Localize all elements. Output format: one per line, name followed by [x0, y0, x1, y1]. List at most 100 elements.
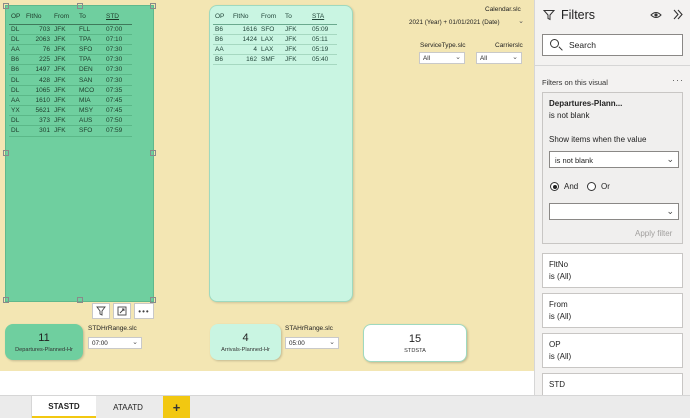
more-options-icon[interactable]: ··· — [672, 75, 684, 85]
stdsta-card[interactable]: 15 STDSTA — [363, 324, 467, 362]
filters-section-label: Filters on this visual — [542, 78, 608, 87]
resize-handle[interactable] — [3, 297, 9, 303]
table-cell: 4 — [231, 44, 259, 56]
resize-handle[interactable] — [3, 150, 9, 156]
table-cell: 1065 — [24, 85, 52, 96]
table-row[interactable]: B6 162 SMF JFK 05:40 — [213, 54, 337, 66]
filters-pane-title: Filters — [561, 8, 596, 22]
table-cell: JFK — [283, 24, 310, 35]
col-header-from[interactable]: From — [259, 10, 283, 25]
table-cell: MCO — [77, 85, 104, 96]
table-row[interactable]: DL 428 JFK SAN 07:30 — [9, 74, 132, 86]
stdhrrange-slicer-dropdown[interactable]: 07:00 ⌄ — [88, 337, 142, 349]
table-cell: 05:19 — [310, 44, 337, 56]
tab-ataatd[interactable]: ATAATD — [96, 396, 160, 418]
more-options-button[interactable]: ••• — [134, 303, 154, 319]
table-row[interactable]: AA 1610 JFK MIA 07:45 — [9, 95, 132, 107]
table-cell: JFK — [52, 125, 77, 137]
table-cell: 703 — [24, 24, 52, 35]
col-header-std[interactable]: STD — [104, 10, 132, 25]
arrivals-planned-card[interactable]: 4 Arrivals-Planned-Hr — [210, 324, 281, 360]
arrivals-table-visual[interactable]: OP FltNo From To STA B6 1616 SFO JFK 05:09 B6… — [209, 5, 353, 302]
eye-icon[interactable] — [650, 10, 662, 20]
add-page-button[interactable]: + — [163, 396, 190, 418]
table-row[interactable]: B6 1497 JFK DEN 07:30 — [9, 64, 132, 76]
col-header-sta[interactable]: STA — [310, 10, 337, 25]
table-row[interactable]: DL 373 JFK AUS 07:50 — [9, 115, 132, 127]
table-row[interactable]: DL 1065 JFK MCO 07:35 — [9, 85, 132, 96]
resize-handle[interactable] — [3, 3, 9, 9]
col-header-to[interactable]: To — [77, 10, 104, 25]
filter-visual-button[interactable] — [92, 303, 110, 319]
carrier-slicer-value: All — [480, 55, 487, 62]
and-radio[interactable] — [550, 182, 559, 191]
table-cell: SAN — [77, 74, 104, 86]
filter-card-std[interactable]: STD — [542, 373, 683, 395]
departures-planned-card[interactable]: 11 Departures-Planned-Hr — [5, 324, 83, 360]
table-row[interactable]: AA 4 LAX JFK 05:19 — [213, 44, 337, 56]
col-header-from[interactable]: From — [52, 10, 77, 25]
stdhrrange-slicer-label: STDHrRange.slc — [88, 325, 137, 332]
search-icon — [550, 39, 559, 48]
filter-card-name: OP — [549, 340, 561, 349]
departures-table-visual[interactable]: OP FltNo From To STD DL 703 JFK FLL 07:00 DL 2… — [3, 3, 156, 303]
col-header-fltno[interactable]: FltNo — [231, 10, 259, 25]
apply-filter-button[interactable]: Apply filter — [635, 229, 672, 238]
table-cell: DL — [9, 115, 24, 127]
stahrrange-slicer-dropdown[interactable]: 05:00 ⌄ — [285, 337, 339, 349]
table-row[interactable]: B6 1616 SFO JFK 05:09 — [213, 24, 337, 35]
table-cell: YX — [9, 105, 24, 117]
table-cell: JFK — [283, 54, 310, 66]
table-cell: AA — [213, 44, 231, 56]
table-row[interactable]: DL 703 JFK FLL 07:00 — [9, 24, 132, 35]
second-condition-dropdown[interactable]: ⌄ — [549, 203, 679, 220]
table-row[interactable]: B6 225 JFK TPA 07:30 — [9, 54, 132, 66]
resize-handle[interactable] — [77, 3, 83, 9]
table-cell: AA — [9, 44, 24, 56]
col-header-op[interactable]: OP — [9, 10, 24, 25]
filter-card-departures-planned[interactable]: Departures-Plann... is not blank Show it… — [542, 92, 683, 244]
resize-handle[interactable] — [77, 297, 83, 303]
resize-handle[interactable] — [150, 3, 156, 9]
focus-mode-button[interactable] — [113, 303, 131, 319]
carrier-slicer-dropdown[interactable]: All ⌄ — [476, 52, 522, 64]
report-canvas: OP FltNo From To STD DL 703 JFK FLL 07:00 DL 2… — [0, 0, 534, 395]
filter-card-op[interactable]: OP is (All) — [542, 333, 683, 368]
servicetype-slicer-dropdown[interactable]: All ⌄ — [419, 52, 465, 64]
table-cell: LAX — [259, 44, 283, 56]
filters-search-input[interactable]: Search — [542, 34, 683, 56]
servicetype-slicer-label: ServiceType.slc — [420, 42, 466, 49]
table-cell: DL — [9, 74, 24, 86]
table-cell: JFK — [52, 115, 77, 127]
or-radio[interactable] — [587, 182, 596, 191]
tab-stastd[interactable]: STASTD — [32, 396, 96, 418]
table-cell: 225 — [24, 54, 52, 66]
more-options-icon: ••• — [138, 306, 150, 316]
calendar-slicer-dropdown[interactable]: 2021 (Year) + 01/01/2021 (Date) ⌄ — [406, 17, 527, 29]
stdsta-label: STDSTA — [404, 347, 426, 354]
col-header-fltno[interactable]: FltNo — [24, 10, 52, 25]
filter-card-from[interactable]: From is (All) — [542, 293, 683, 328]
col-header-to[interactable]: To — [283, 10, 310, 25]
arrivals-planned-value: 4 — [242, 331, 249, 344]
table-row[interactable]: B6 1424 LAX JFK 05:11 — [213, 34, 337, 45]
table-cell: SMF — [259, 54, 283, 66]
table-row[interactable]: DL 2063 JFK TPA 07:10 — [9, 34, 132, 45]
table-row[interactable]: DL 301 JFK SFO 07:59 — [9, 125, 132, 137]
table-row[interactable]: YX 5621 JFK MSY 07:45 — [9, 105, 132, 117]
table-cell: 07:30 — [104, 54, 132, 66]
table-cell: DL — [9, 24, 24, 35]
filter-card-fltno[interactable]: FltNo is (All) — [542, 253, 683, 288]
table-row[interactable]: AA 76 JFK SFO 07:30 — [9, 44, 132, 56]
arrivals-planned-label: Arrivals-Planned-Hr — [221, 346, 270, 353]
condition-dropdown[interactable]: is not blank ⌄ — [549, 151, 679, 168]
table-cell: 07:00 — [104, 24, 132, 35]
col-header-op[interactable]: OP — [213, 10, 231, 25]
table-cell: DL — [9, 125, 24, 137]
table-cell: DEN — [77, 64, 104, 76]
plus-icon: + — [172, 399, 181, 415]
collapse-pane-icon[interactable] — [672, 9, 684, 20]
resize-handle[interactable] — [150, 150, 156, 156]
table-cell: B6 — [9, 64, 24, 76]
chevron-down-icon: ⌄ — [455, 54, 461, 61]
